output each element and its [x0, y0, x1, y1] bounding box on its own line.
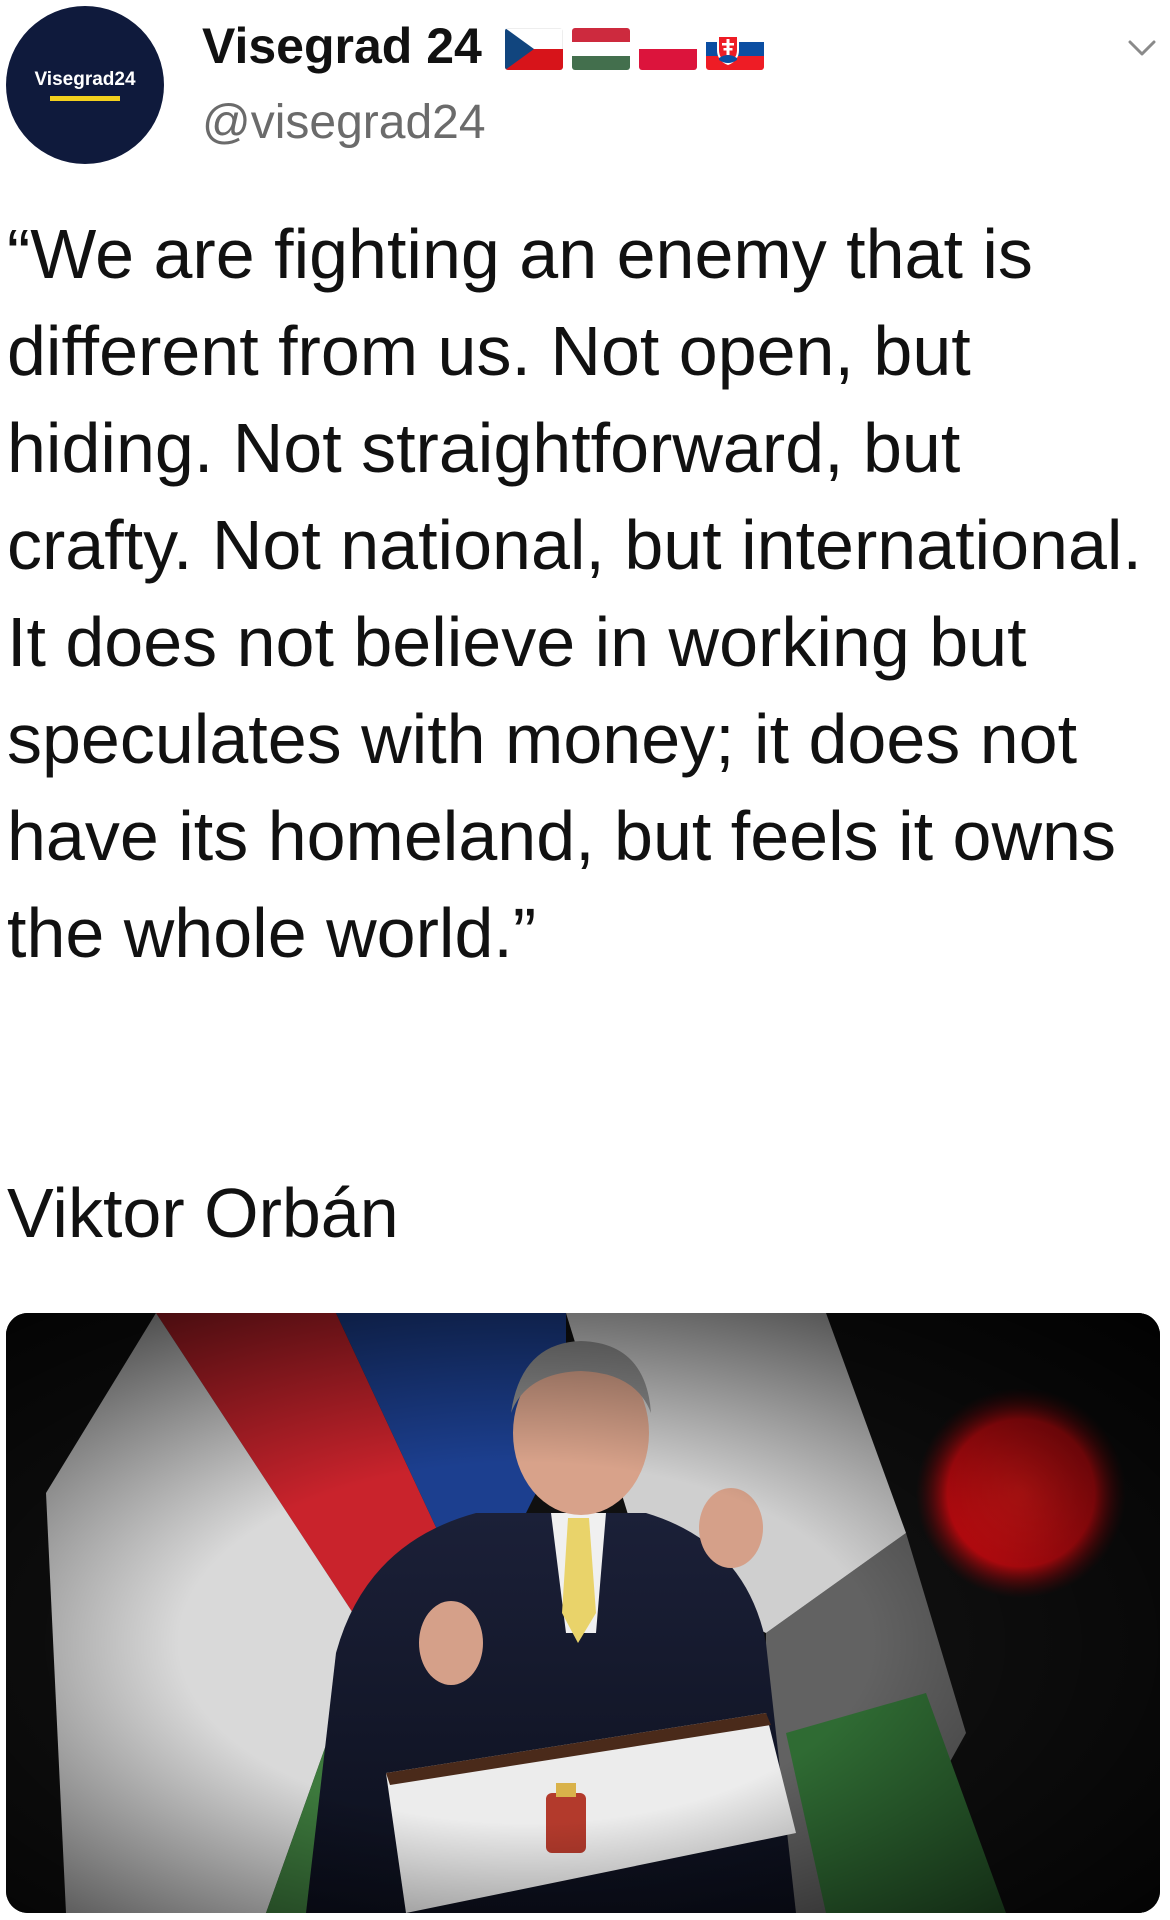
- display-name[interactable]: Visegrad 24: [202, 16, 482, 76]
- photo-illustration: [6, 1313, 1160, 1913]
- poland-flag-icon: [639, 28, 697, 70]
- user-handle[interactable]: @visegrad24: [202, 95, 486, 151]
- tweet-photo[interactable]: [6, 1313, 1160, 1913]
- tweet-text: “We are fighting an enemy that is differ…: [7, 215, 1142, 972]
- avatar[interactable]: Visegrad24: [6, 6, 164, 164]
- avatar-logo-bar: [50, 96, 120, 101]
- tweet-attribution: Viktor Orbán: [7, 1174, 399, 1252]
- slovakia-flag-icon: [706, 28, 764, 70]
- czech-flag-icon: [505, 28, 563, 70]
- avatar-logo-text: Visegrad24: [34, 69, 136, 90]
- hungary-flag-icon: [572, 28, 630, 70]
- chevron-down-icon[interactable]: [1122, 28, 1162, 68]
- flag-emoji-row: [505, 28, 764, 70]
